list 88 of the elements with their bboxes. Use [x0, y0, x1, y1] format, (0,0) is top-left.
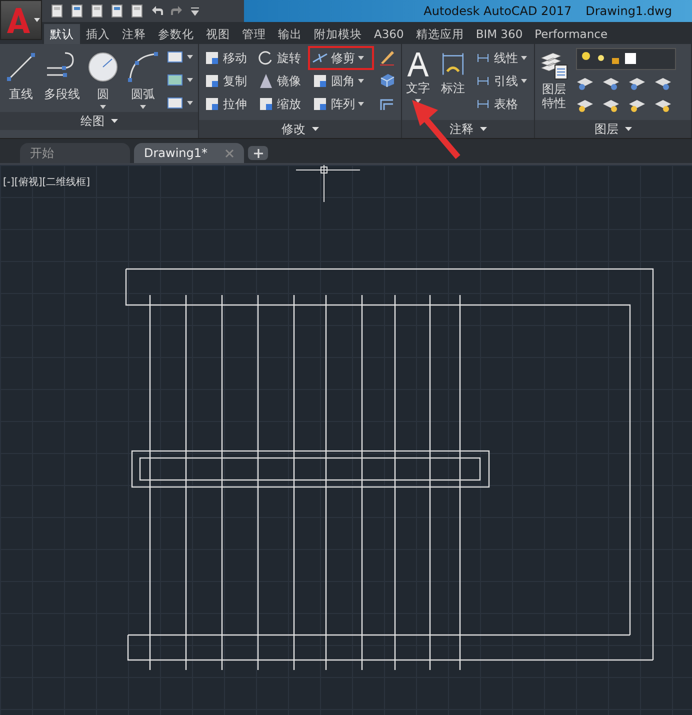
file-name: Drawing1.dwg [586, 4, 672, 18]
modify-tool-button[interactable]: 缩放 [256, 94, 310, 114]
ribbon-tab[interactable]: 视图 [200, 24, 236, 44]
toolbar-icon[interactable] [110, 4, 124, 18]
arc-icon [126, 50, 160, 84]
modify-tool-button[interactable]: 修剪 [310, 48, 372, 68]
draw-tool-button[interactable]: 直线 [3, 48, 39, 105]
ribbon-tab[interactable]: 插入 [80, 24, 116, 44]
draw-tool-button[interactable]: 圆 [85, 48, 121, 111]
caret-icon [187, 78, 193, 82]
modify-tool-button[interactable]: 镜像 [256, 71, 310, 91]
annotate-tool-button[interactable]: 线性 [473, 48, 529, 68]
ribbon-tab[interactable]: 注释 [116, 24, 152, 44]
caret-icon [110, 119, 118, 123]
shape-icon [167, 96, 183, 110]
shape-icon [167, 50, 183, 64]
draw-tool-button[interactable]: 多段线 [43, 48, 81, 105]
app-title: Autodesk AutoCAD 2017 [424, 4, 572, 18]
toolbar-icon[interactable] [50, 4, 64, 18]
drawing-canvas[interactable]: [-][俯视][二维线框] [0, 165, 692, 715]
layers-icon [539, 50, 569, 80]
document-tab[interactable]: 开始 [20, 143, 130, 163]
modify-tool-button[interactable]: 复制 [202, 71, 256, 91]
caret-icon [187, 101, 193, 105]
panel-title[interactable]: 绘图 [0, 112, 198, 130]
pencil-icon[interactable] [378, 48, 396, 66]
viewport-label[interactable]: [-][俯视][二维线框] [3, 175, 90, 189]
tool-icon [312, 96, 328, 112]
ribbon-tab[interactable]: 精选应用 [410, 24, 470, 44]
annotate-tool-button[interactable]: 表格 [473, 94, 529, 114]
ribbon-tab[interactable]: 附加模块 [308, 24, 368, 44]
annotate-tool-button[interactable]: 标注 [438, 48, 468, 99]
tool-icon [258, 73, 274, 89]
ribbon-tab[interactable]: A360 [368, 24, 410, 44]
circle-icon [86, 50, 120, 84]
layer-tool-icon[interactable] [654, 98, 672, 114]
caret-icon [480, 127, 486, 131]
tool-icon [312, 73, 328, 89]
modify-tool-button[interactable]: 移动 [202, 48, 256, 68]
modify-tool-button[interactable]: 阵列 [310, 94, 372, 114]
ribbon-tab[interactable]: Performance [528, 24, 614, 44]
panel-title[interactable]: 图层 [535, 120, 691, 138]
layer-tool-icon[interactable] [602, 76, 620, 92]
annotate-tool-button[interactable]: 引线 [473, 71, 529, 91]
undo-icon[interactable] [150, 4, 164, 18]
modify-tool-button[interactable]: 圆角 [310, 71, 372, 91]
ribbon-tab[interactable]: 默认 [44, 24, 80, 44]
plus-icon [254, 148, 262, 158]
tool-icon [204, 73, 220, 89]
toolbar-icon[interactable] [130, 4, 144, 18]
layer-tool-icon[interactable] [628, 98, 646, 114]
shape-icon [167, 73, 183, 87]
modify-tool-button[interactable]: 拉伸 [202, 94, 256, 114]
document-tab[interactable]: Drawing1* [134, 143, 244, 163]
layer-properties-button[interactable]: 图层特性 [538, 48, 570, 113]
annotation-arrow [410, 98, 462, 160]
ribbon-tab[interactable]: 输出 [272, 24, 308, 44]
tool-icon [258, 50, 274, 66]
layer-tool-icon[interactable] [576, 98, 594, 114]
caret-icon [187, 55, 193, 59]
caret-icon [624, 127, 632, 131]
tool-icon [258, 96, 274, 112]
layer-tool-icon[interactable] [602, 98, 620, 114]
tool-icon [204, 96, 220, 112]
app-menu-button[interactable] [0, 0, 42, 40]
panel-title[interactable]: 注释 [402, 120, 534, 138]
redo-icon[interactable] [170, 4, 184, 18]
caret-icon [34, 18, 40, 22]
line-icon [4, 50, 38, 84]
annotate-tool-button[interactable]: 文字 [403, 48, 433, 105]
new-tab-button[interactable] [248, 146, 268, 160]
layer-tool-icon[interactable] [654, 76, 672, 92]
ribbon-tab[interactable]: 参数化 [152, 24, 200, 44]
caret-icon [312, 127, 318, 131]
modify-tool-button[interactable]: 旋转 [256, 48, 310, 68]
toolbar-icon[interactable] [70, 4, 84, 18]
layer-state-icon [581, 51, 637, 65]
ribbon-tab[interactable]: 管理 [236, 24, 272, 44]
tool-icon [204, 50, 220, 66]
layer-dropdown[interactable] [576, 48, 676, 70]
crosshair-cursor [296, 165, 360, 202]
layer-tool-icon[interactable] [628, 76, 646, 92]
toolbar-icon[interactable] [90, 4, 104, 18]
ribbon-tab[interactable]: BIM 360 [470, 24, 529, 44]
panel-title[interactable]: 修改 [199, 120, 401, 138]
layer-tool-icon[interactable] [576, 76, 594, 92]
draw-tool-button[interactable]: 圆弧 [125, 48, 161, 111]
cube-icon[interactable] [378, 71, 396, 89]
